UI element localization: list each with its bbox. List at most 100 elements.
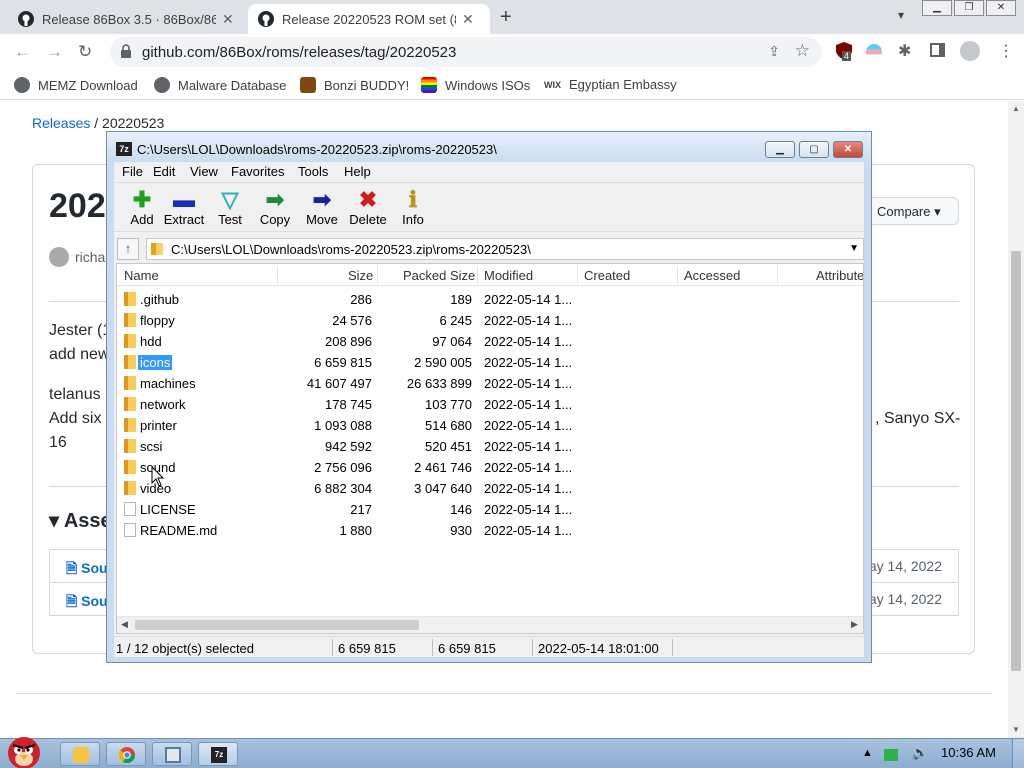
taskbar-explorer-button[interactable] bbox=[60, 742, 100, 766]
copy-button[interactable]: ➡ Copy bbox=[251, 188, 299, 228]
column-attributes[interactable]: Attribute bbox=[816, 268, 863, 283]
breadcrumb-releases-link[interactable]: Releases bbox=[32, 115, 90, 131]
menu-view[interactable]: View bbox=[190, 164, 218, 179]
sevenzip-titlebar[interactable]: 7z C:\Users\LOL\Downloads\roms-20220523.… bbox=[107, 132, 871, 162]
dropdown-arrow-icon[interactable]: ▼ bbox=[849, 243, 859, 254]
file-row[interactable]: hdd 208 896 97 064 2022-05-14 1... bbox=[117, 331, 863, 352]
address-bar[interactable]: github.com/86Box/roms/releases/tag/20220… bbox=[110, 37, 822, 67]
file-row[interactable]: machines 41 607 497 26 633 899 2022-05-14 1… bbox=[117, 373, 863, 394]
extract-button[interactable]: ▬ Extract bbox=[160, 188, 208, 228]
restore-window-button[interactable]: ❐ bbox=[954, 0, 984, 16]
up-folder-icon[interactable]: ↑ bbox=[117, 238, 139, 260]
column-separator[interactable] bbox=[477, 266, 478, 284]
menu-edit[interactable]: Edit bbox=[153, 164, 175, 179]
maximize-button[interactable]: ▢ bbox=[799, 141, 829, 158]
horizontal-scrollbar[interactable]: ◀ ▶ bbox=[117, 616, 863, 633]
column-separator[interactable] bbox=[577, 266, 578, 284]
file-row[interactable]: video 6 882 304 3 047 640 2022-05-14 1... bbox=[117, 478, 863, 499]
sevenzip-client: File Edit View Favorites Tools Help ✚ Ad… bbox=[114, 162, 864, 657]
scroll-up-arrow-icon[interactable]: ▲ bbox=[1012, 104, 1020, 113]
taskbar-window-button[interactable] bbox=[152, 742, 192, 766]
battery-icon[interactable] bbox=[884, 749, 898, 761]
path-combobox[interactable]: C:\Users\LOL\Downloads\roms-20220523.zip… bbox=[146, 238, 864, 260]
column-created[interactable]: Created bbox=[584, 268, 630, 283]
column-packed-size[interactable]: Packed Size bbox=[403, 268, 475, 283]
column-separator[interactable] bbox=[277, 266, 278, 284]
close-button[interactable]: ✕ bbox=[833, 141, 863, 158]
show-desktop-button[interactable] bbox=[1012, 739, 1024, 768]
column-accessed[interactable]: Accessed bbox=[684, 268, 740, 283]
minimize-button[interactable]: ▁ bbox=[765, 141, 795, 158]
file-row[interactable]: LICENSE 217 146 2022-05-14 1... bbox=[117, 499, 863, 520]
bookmark-star-icon[interactable]: ☆ bbox=[795, 41, 810, 61]
menu-kebab-icon[interactable]: ⋮ bbox=[998, 41, 1014, 61]
release-author[interactable]: richa bbox=[49, 247, 105, 267]
ublock-extension-icon[interactable]: 4 bbox=[836, 42, 852, 64]
column-name[interactable]: Name bbox=[124, 268, 159, 283]
page-scrollbar[interactable]: ▲ ▼ bbox=[1008, 101, 1024, 738]
file-size: 286 bbox=[350, 292, 372, 307]
extensions-puzzle-icon[interactable]: ✱ bbox=[898, 41, 911, 61]
mouse-cursor-icon bbox=[151, 466, 165, 487]
reload-icon[interactable]: ↻ bbox=[78, 42, 92, 62]
file-row[interactable]: floppy 24 576 6 245 2022-05-14 1... bbox=[117, 310, 863, 331]
start-button-angry-bird-icon[interactable] bbox=[2, 731, 46, 768]
menu-file[interactable]: File bbox=[122, 164, 143, 179]
clock[interactable]: 10:36 AM bbox=[941, 745, 996, 760]
test-button[interactable]: ▽ Test bbox=[206, 188, 254, 228]
bookmark-egyptian-embassy[interactable]: WIX Egyptian Embassy bbox=[544, 77, 677, 92]
asset-name[interactable]: 🗎 Sou bbox=[66, 558, 108, 582]
forward-arrow-icon[interactable]: → bbox=[46, 42, 63, 62]
profile-avatar-icon[interactable] bbox=[960, 41, 980, 61]
info-button[interactable]: ℹ Info bbox=[389, 188, 437, 228]
bookmark-memz[interactable]: MEMZ Download bbox=[14, 77, 138, 93]
bookmark-bonzi-buddy[interactable]: Bonzi BUDDY! bbox=[300, 77, 409, 93]
file-row[interactable]: sound 2 756 096 2 461 746 2022-05-14 1... bbox=[117, 457, 863, 478]
new-tab-button[interactable]: + bbox=[500, 6, 512, 29]
tab-search-chevron-icon[interactable]: ▾ bbox=[898, 8, 904, 22]
add-button[interactable]: ✚ Add bbox=[118, 188, 166, 228]
scroll-left-arrow-icon[interactable]: ◀ bbox=[121, 619, 128, 630]
column-modified[interactable]: Modified bbox=[484, 268, 533, 283]
bookmark-windows-isos[interactable]: Windows ISOs bbox=[421, 77, 530, 93]
assets-toggle[interactable]: ▾ Asse bbox=[49, 508, 112, 533]
column-separator[interactable] bbox=[377, 266, 378, 284]
menu-favorites[interactable]: Favorites bbox=[231, 164, 284, 179]
close-tab-icon[interactable]: ✕ bbox=[462, 11, 474, 28]
file-row[interactable]: .github 286 189 2022-05-14 1... bbox=[117, 289, 863, 310]
file-row[interactable]: icons 6 659 815 2 590 005 2022-05-14 1... bbox=[117, 352, 863, 373]
tab-86box-release[interactable]: Release 86Box 3.5 · 86Box/86Box ✕ bbox=[8, 4, 244, 34]
column-separator[interactable] bbox=[777, 266, 778, 284]
asset-name[interactable]: 🗎 Sou bbox=[66, 591, 108, 615]
scroll-right-arrow-icon[interactable]: ▶ bbox=[851, 619, 858, 630]
side-panel-icon[interactable] bbox=[930, 43, 945, 57]
compare-button[interactable]: Compare ▾ bbox=[863, 197, 959, 225]
file-row[interactable]: printer 1 093 088 514 680 2022-05-14 1... bbox=[117, 415, 863, 436]
bookmark-malware-database[interactable]: Malware Database bbox=[154, 77, 286, 93]
tab-strip: Release 86Box 3.5 · 86Box/86Box ✕ Releas… bbox=[0, 0, 1024, 34]
file-row[interactable]: scsi 942 592 520 451 2022-05-14 1... bbox=[117, 436, 863, 457]
tab-roms-release[interactable]: Release 20220523 ROM set (86 ✕ bbox=[248, 4, 490, 34]
menu-tools[interactable]: Tools bbox=[298, 164, 328, 179]
file-row[interactable]: network 178 745 103 770 2022-05-14 1... bbox=[117, 394, 863, 415]
scrollbar-thumb[interactable] bbox=[135, 620, 419, 630]
share-icon[interactable]: ⇪ bbox=[768, 43, 780, 60]
scroll-down-arrow-icon[interactable]: ▼ bbox=[1012, 725, 1020, 734]
volume-icon[interactable]: 🔊 bbox=[912, 745, 928, 761]
pride-extension-icon[interactable] bbox=[866, 44, 882, 60]
taskbar-7zip-button[interactable]: 7z bbox=[198, 742, 238, 766]
close-tab-icon[interactable]: ✕ bbox=[222, 11, 234, 28]
menu-help[interactable]: Help bbox=[344, 164, 371, 179]
column-separator[interactable] bbox=[677, 266, 678, 284]
taskbar-chrome-button[interactable] bbox=[106, 742, 146, 766]
scrollbar-thumb[interactable] bbox=[1011, 251, 1021, 671]
close-window-button[interactable]: ✕ bbox=[986, 0, 1016, 16]
move-button[interactable]: ➡ Move bbox=[298, 188, 346, 228]
bookmark-label: Windows ISOs bbox=[445, 77, 531, 93]
minimize-window-button[interactable]: ▁ bbox=[922, 0, 952, 16]
back-arrow-icon[interactable]: ← bbox=[14, 42, 31, 62]
file-row[interactable]: README.md 1 880 930 2022-05-14 1... bbox=[117, 520, 863, 541]
show-hidden-icons-arrow-icon[interactable]: ▲ bbox=[862, 747, 873, 759]
delete-button[interactable]: ✖ Delete bbox=[344, 188, 392, 228]
column-size[interactable]: Size bbox=[348, 268, 373, 283]
